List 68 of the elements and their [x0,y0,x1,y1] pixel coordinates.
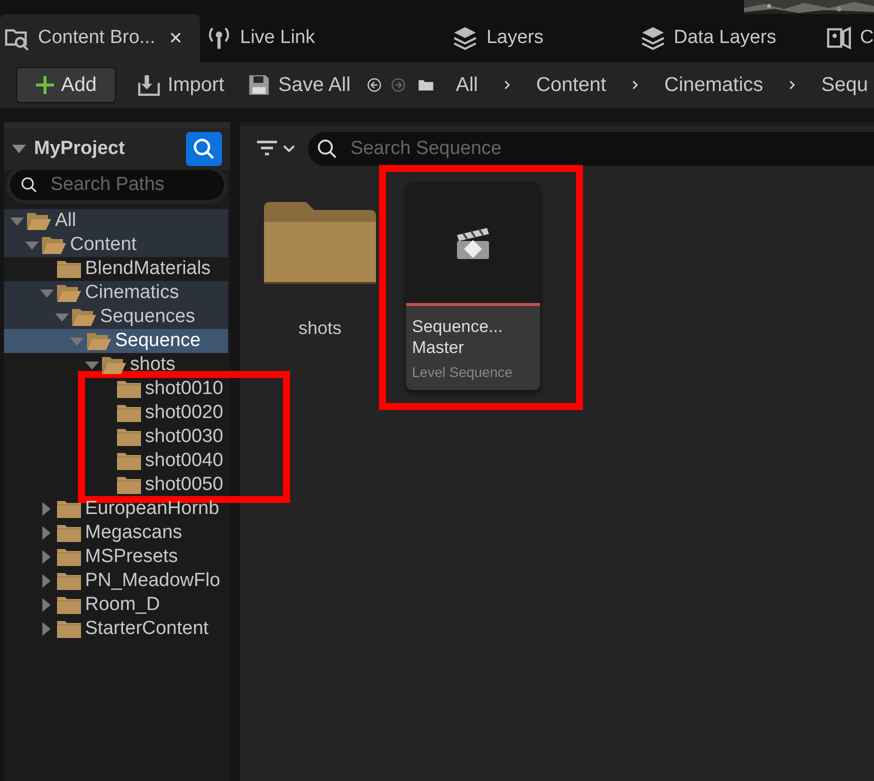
close-icon[interactable]: × [169,25,182,51]
open-folder-icon [71,307,97,327]
layers-icon [640,25,666,51]
plus-icon [35,75,55,95]
tab[interactable]: Layers [396,14,606,62]
tree-item[interactable]: PN_MeadowFlo [40,572,220,589]
open-folder-icon [101,354,127,374]
tree-item[interactable]: StarterContent [40,620,209,637]
add-button[interactable]: Add [16,67,116,103]
search-input[interactable]: Search Paths [48,173,214,197]
breadcrumb-link[interactable]: Sequ [815,74,874,96]
asset-name: Sequence... Master [412,316,504,358]
collapse-icon[interactable] [12,142,26,156]
tree-item[interactable]: Room_D [40,596,160,613]
tree-item[interactable]: All [4,209,228,233]
tree-item[interactable]: EuropeanHornb [40,500,220,517]
tab[interactable]: C [816,14,874,62]
search-input[interactable]: Search Sequence [348,137,874,161]
open-folder-icon [26,211,52,231]
open-folder-icon [86,331,112,351]
folder-icon [56,258,82,278]
antenna-icon [206,25,232,51]
folder-icon [56,618,82,638]
tab[interactable]: Data Layers [606,14,816,62]
asset-card[interactable]: Sequence... Master Level Sequence [406,182,540,390]
project-title: MyProject [34,138,126,160]
folder-icon[interactable] [264,202,376,284]
breadcrumb-link[interactable]: Cinematics [658,74,770,96]
tree-item[interactable]: MSPresets [40,548,178,565]
folder-icon [116,474,142,494]
viewport-icon [826,25,852,51]
tree-item[interactable]: shot0040 [100,452,224,469]
search-icon [192,137,216,161]
folder-icon [116,426,142,446]
tree-item[interactable]: shot0010 [100,380,224,397]
layers-icon [452,25,478,51]
breadcrumb-link[interactable]: All [450,74,484,96]
import-button[interactable]: Import [128,72,232,98]
folder-icon [56,570,82,590]
folder-icon [56,594,82,614]
tree-item[interactable]: Content [4,233,228,257]
search-button[interactable] [186,132,222,166]
tab[interactable]: Live Link [200,14,396,62]
tab[interactable]: Content Bro... × [0,14,200,62]
tree-item[interactable]: Sequences [4,305,228,329]
tree-item[interactable]: Cinematics [4,281,228,305]
search-icon [316,137,338,161]
folder-icon [56,546,82,566]
tree-item[interactable]: shot0050 [100,476,224,493]
folder-icon [56,522,82,542]
open-folder-icon [41,235,67,255]
tree-item[interactable]: Sequence [4,329,228,353]
asset-type: Level Sequence [412,364,514,380]
tree-item[interactable]: BlendMaterials [40,260,211,277]
save-all-button[interactable]: Save All [238,72,359,98]
tree-item[interactable]: Megascans [40,524,182,541]
tree-item[interactable]: shot0030 [100,428,224,445]
folder-name: shots [298,318,342,339]
tree-item[interactable]: shots [85,356,176,373]
folder-icon [116,402,142,422]
tree-item[interactable]: shot0020 [100,404,224,421]
folder-icon [116,450,142,470]
search-field[interactable]: Search Sequence [308,132,874,166]
open-folder-icon [56,283,82,303]
folder-icon [56,498,82,518]
breadcrumb-link[interactable]: Content [530,74,612,96]
search-field[interactable]: Search Paths [10,170,224,200]
folder-icon [116,378,142,398]
